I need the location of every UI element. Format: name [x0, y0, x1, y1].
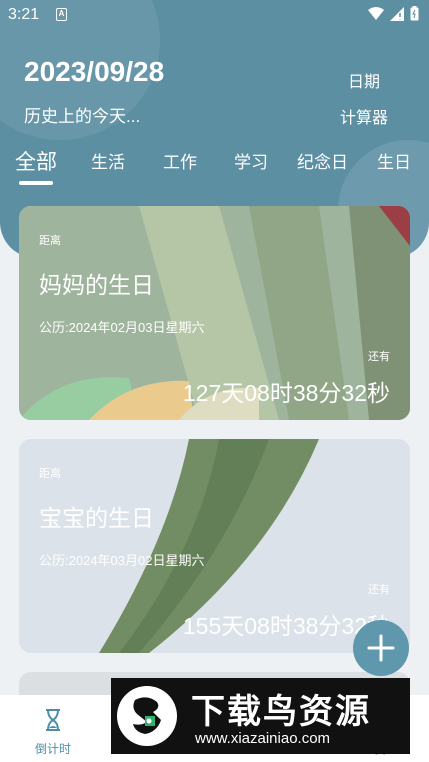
hourglass-icon — [46, 709, 60, 731]
tab-life[interactable]: 生活 — [91, 148, 125, 173]
tab-birthday[interactable]: 生日 — [377, 148, 411, 173]
bird-logo-icon — [117, 686, 177, 746]
history-today-link[interactable]: 历史上的今天... — [24, 102, 140, 127]
status-icons — [368, 6, 419, 21]
status-bar: 3:21 A — [0, 0, 429, 30]
active-tab-indicator — [19, 181, 53, 185]
a-badge-icon: A — [56, 8, 67, 21]
status-time: 3:21 — [8, 6, 40, 23]
nav-countdown[interactable]: 倒计时 — [10, 695, 96, 762]
tab-all[interactable]: 全部 — [15, 146, 57, 176]
card-label: 距离 — [39, 468, 61, 480]
battery-icon — [410, 6, 419, 21]
watermark-url: www.xiazainiao.com — [195, 730, 331, 747]
add-event-button[interactable] — [353, 620, 409, 676]
tab-anniversary[interactable]: 纪念日 — [297, 148, 348, 173]
tab-work[interactable]: 工作 — [163, 148, 197, 173]
watermark-banner: 下载鸟资源 www.xiazainiao.com — [111, 678, 410, 754]
countdown-card[interactable]: 距离 宝宝的生日 公历:2024年03月02日星期六 还有 155天08时38分… — [19, 439, 410, 653]
date-calculator-label-bottom[interactable]: 计算器 — [340, 104, 388, 128]
card-date: 公历:2024年03月02日星期六 — [39, 553, 205, 568]
countdown-card[interactable]: 距离 妈妈的生日 公历:2024年02月03日星期六 还有 127天08时38分… — [19, 206, 410, 420]
card-date: 公历:2024年02月03日星期六 — [39, 320, 205, 335]
card-label: 距离 — [39, 235, 61, 247]
card-title: 宝宝的生日 — [39, 505, 154, 531]
date-calculator-label-top[interactable]: 日期 — [348, 68, 380, 92]
nav-label: 倒计时 — [34, 742, 71, 756]
card-countdown: 127天08时38分32秒 — [182, 380, 390, 406]
card-remain-label: 还有 — [368, 351, 390, 363]
card-title: 妈妈的生日 — [39, 272, 154, 298]
plus-icon — [367, 634, 395, 662]
card-remain-label: 还有 — [368, 584, 390, 596]
wifi-icon — [368, 7, 384, 20]
signal-icon — [390, 6, 404, 21]
watermark-title: 下载鸟资源 — [191, 693, 371, 731]
tab-study[interactable]: 学习 — [234, 148, 268, 173]
category-tabs: 全部 生活 工作 学习 纪念日 生日 — [0, 148, 429, 188]
current-date: 2023/09/28 — [24, 56, 165, 87]
